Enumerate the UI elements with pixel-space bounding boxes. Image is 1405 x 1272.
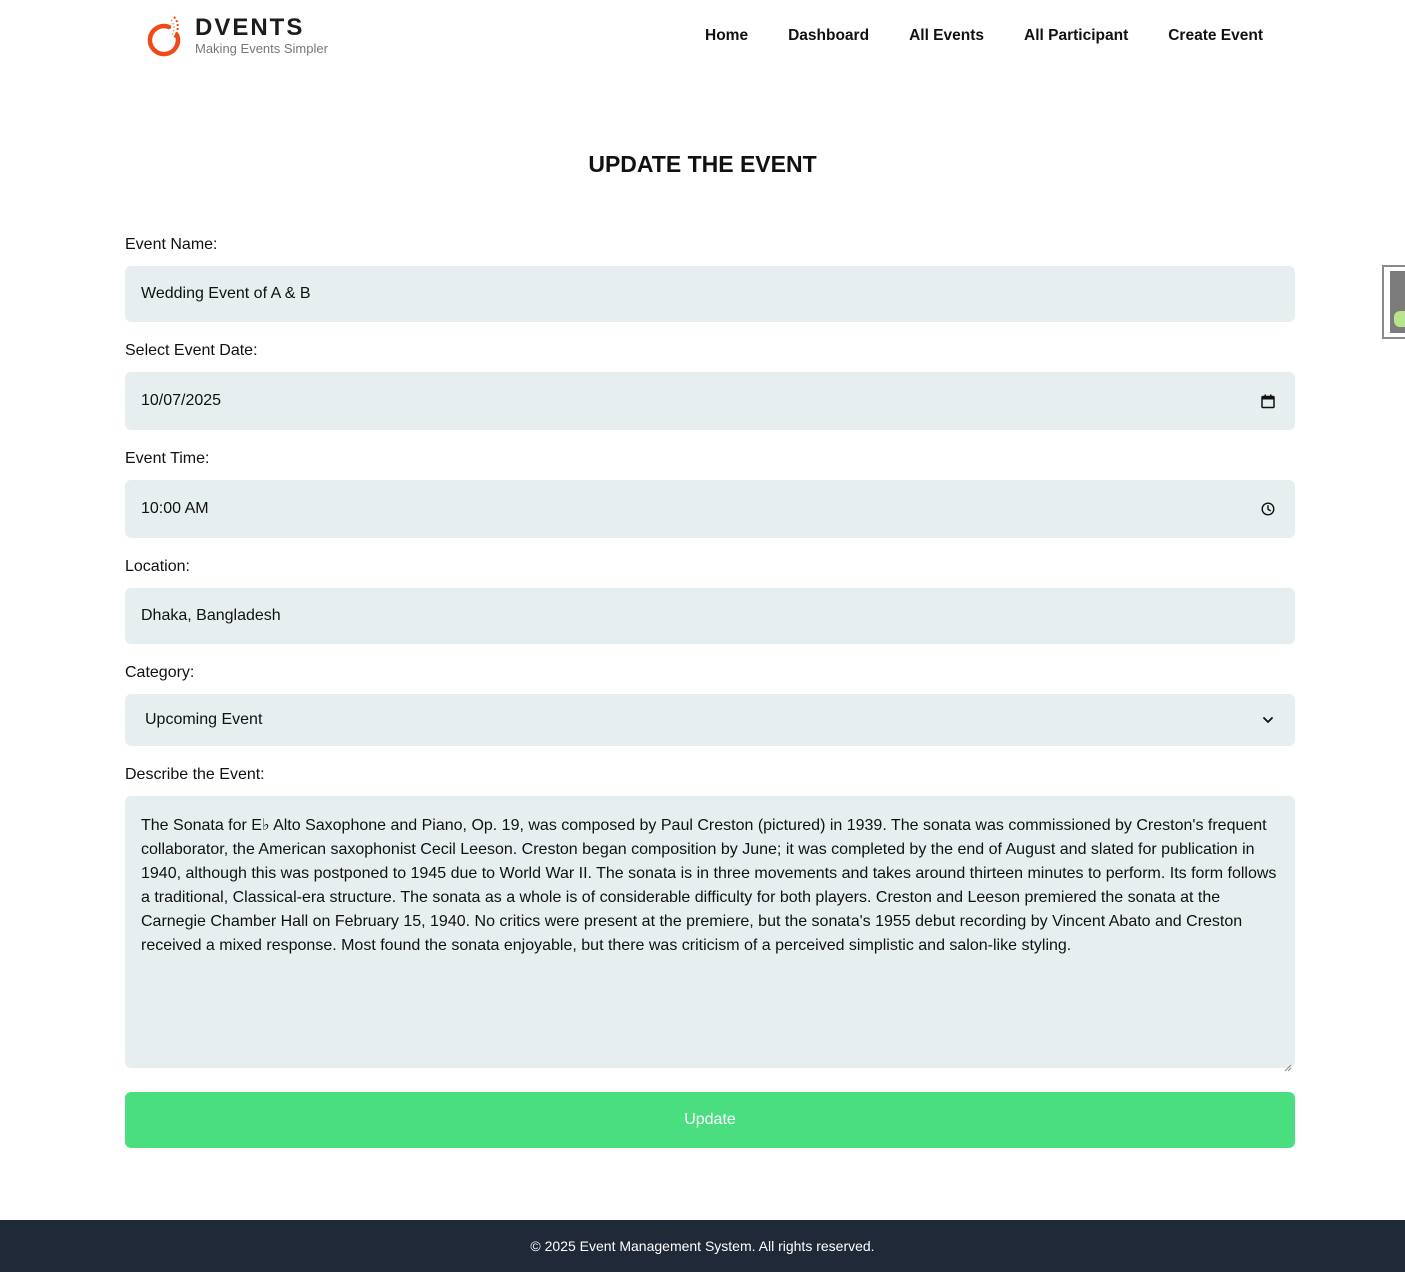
sparkle-ring-logo-icon (147, 14, 183, 58)
event-date-label: Select Event Date: (125, 342, 258, 359)
clock-icon[interactable] (1260, 501, 1276, 517)
event-date-value: 10/07/2025 (141, 392, 222, 409)
location-label: Location: (125, 558, 190, 575)
event-date-input[interactable]: 10/07/2025 (125, 372, 1295, 430)
site-footer: © 2025 Event Management System. All righ… (0, 1220, 1405, 1272)
category-label: Category: (125, 664, 195, 681)
calendar-icon[interactable] (1260, 393, 1276, 409)
event-time-value: 10:00 AM (141, 500, 209, 517)
nav-all-events[interactable]: All Events (909, 26, 984, 46)
description-label: Describe the Event: (125, 766, 265, 783)
brand-name: DVENTS (195, 14, 305, 41)
event-time-input[interactable]: 10:00 AM (125, 480, 1295, 538)
description-textarea[interactable]: The Sonata for E♭ Alto Saxophone and Pia… (125, 796, 1295, 1072)
nav-all-participant[interactable]: All Participant (1024, 26, 1128, 46)
nav-create-event[interactable]: Create Event (1168, 26, 1263, 46)
update-button[interactable]: Update (125, 1092, 1295, 1148)
footer-copyright: © 2025 Event Management System. All righ… (530, 1238, 875, 1254)
chevron-down-icon[interactable] (1260, 712, 1276, 728)
event-name-value: Wedding Event of A & B (141, 285, 311, 302)
main-nav: Home Dashboard All Events All Participan… (665, 26, 1263, 46)
location-input[interactable]: Dhaka, Bangladesh (125, 588, 1295, 644)
site-header: DVENTS Making Events Simpler Home Dashbo… (0, 0, 1405, 72)
brand-logo[interactable]: DVENTS Making Events Simpler (147, 14, 328, 58)
resize-handle-icon[interactable] (1283, 1056, 1292, 1072)
side-feedback-tab[interactable] (1382, 265, 1405, 339)
brand-tagline: Making Events Simpler (195, 41, 328, 56)
event-name-input[interactable]: Wedding Event of A & B (125, 266, 1295, 322)
location-value: Dhaka, Bangladesh (141, 607, 281, 624)
nav-home[interactable]: Home (705, 26, 748, 46)
category-select[interactable]: Upcoming Event (125, 694, 1295, 746)
category-value: Upcoming Event (145, 711, 263, 728)
event-time-label: Event Time: (125, 450, 210, 467)
side-tab-accent (1394, 311, 1405, 327)
event-name-label: Event Name: (125, 236, 218, 253)
nav-dashboard[interactable]: Dashboard (788, 26, 869, 46)
description-value: The Sonata for E♭ Alto Saxophone and Pia… (141, 817, 1277, 954)
page-title: UPDATE THE EVENT (588, 151, 817, 177)
